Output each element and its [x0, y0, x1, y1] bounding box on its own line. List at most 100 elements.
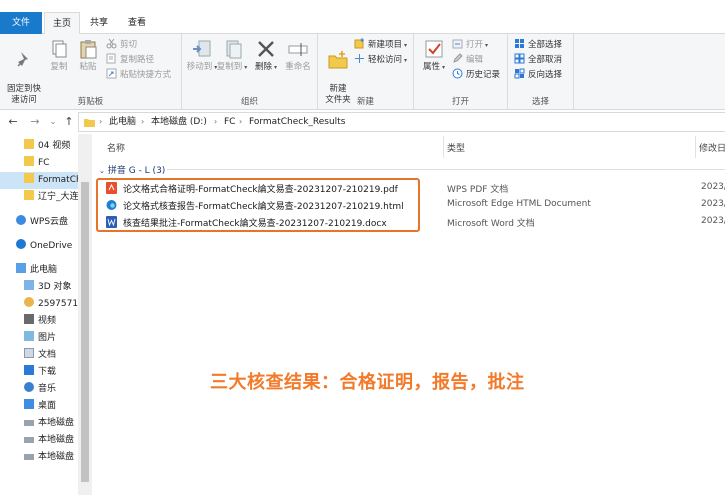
select-all-button[interactable]: 全部选择 — [514, 38, 562, 52]
file-type: Microsoft Word 文档 — [447, 219, 535, 229]
paste-button[interactable]: 粘贴 — [76, 38, 100, 73]
folder-icon — [24, 173, 34, 183]
select-all-icon — [515, 39, 524, 48]
tab-view[interactable]: 查看 — [122, 12, 152, 34]
nav-item-videos-04[interactable]: 04 视频 — [24, 138, 70, 155]
ribbon-tab-bar: 文件 主页 共享 查看 — [0, 12, 725, 35]
collapse-chevron-icon: ⌄ — [99, 167, 105, 175]
file-type: Microsoft Edge HTML Document — [447, 199, 591, 209]
navigation-pane: 04 视频 FC FormatCh 辽宁_大连 WPS云盘 OneDrive 此… — [0, 134, 80, 495]
move-to-button[interactable]: 移动到 ▾ — [186, 38, 218, 73]
edit-pencil-icon — [453, 53, 463, 63]
breadcrumb-formatcheck-results[interactable]: FormatCheck_Results — [249, 113, 345, 131]
easy-access-button[interactable]: 轻松访问 ▾ — [354, 53, 407, 67]
column-header-modified[interactable]: 修改日 — [699, 141, 725, 154]
copy-path-icon — [106, 53, 116, 64]
drive-icon — [24, 437, 34, 443]
computer-icon — [16, 263, 26, 273]
breadcrumb-fc[interactable]: FC — [224, 113, 235, 131]
rename-label: 重命名 — [285, 62, 311, 72]
nav-item-music[interactable]: 音乐 — [24, 381, 56, 398]
nav-item-fc[interactable]: FC — [24, 155, 49, 172]
back-button[interactable]: ← — [6, 114, 20, 130]
copy-icon — [52, 40, 67, 58]
picture-icon — [24, 331, 34, 341]
nav-item-onedrive[interactable]: OneDrive — [16, 238, 72, 255]
select-group: 全部选择 全部取消 反向选择 选择 — [508, 34, 574, 110]
nav-item-wps-cloud[interactable]: WPS云盘 — [16, 214, 68, 231]
open-button[interactable]: 打开 ▾ — [452, 38, 488, 52]
move-to-icon — [193, 40, 211, 57]
up-button[interactable]: ↑ — [62, 114, 76, 130]
folder-icon — [24, 190, 34, 200]
paste-icon — [80, 40, 97, 59]
column-divider[interactable] — [443, 136, 444, 158]
new-item-label: 新建项目 — [368, 40, 403, 50]
delete-button[interactable]: 删除 ▾ — [254, 38, 278, 73]
nav-item-user-folder[interactable]: 2597571 — [24, 296, 78, 313]
forward-button[interactable]: → — [28, 114, 42, 130]
edit-button[interactable]: 编辑 — [452, 53, 483, 67]
file-date: 2023/ — [701, 182, 725, 192]
music-icon — [24, 382, 34, 392]
invert-selection-label: 反向选择 — [528, 70, 563, 80]
history-icon — [452, 68, 463, 79]
column-header-name[interactable]: 名称 — [107, 141, 125, 154]
tab-home[interactable]: 主页 — [44, 12, 80, 35]
group-divider — [167, 169, 725, 170]
address-bar[interactable]: › 此电脑 › 本地磁盘 (D:) › FC › FormatCheck_Res… — [78, 112, 725, 132]
drive-icon — [24, 454, 34, 460]
navigation-scrollbar[interactable] — [78, 134, 92, 495]
nav-item-videos[interactable]: 视频 — [24, 313, 56, 330]
tab-share[interactable]: 共享 — [84, 12, 114, 34]
nav-item-desktop[interactable]: 桌面 — [24, 398, 56, 415]
select-none-button[interactable]: 全部取消 — [514, 53, 562, 67]
history-label: 历史记录 — [466, 70, 501, 80]
nav-item-pictures[interactable]: 图片 — [24, 330, 56, 347]
nav-item-this-pc[interactable]: 此电脑 — [16, 262, 57, 279]
nav-item-downloads[interactable]: 下载 — [24, 364, 56, 381]
cloud-icon — [16, 215, 26, 225]
copy-path-button[interactable]: 复制路径 — [106, 53, 154, 67]
nav-item-local-disk-3[interactable]: 本地磁盘 — [24, 449, 74, 466]
organize-group: 移动到 ▾ 复制到 ▾ 删除 ▾ 重命名 组织 — [182, 34, 318, 110]
history-button[interactable]: 历史记录 — [452, 68, 500, 82]
nav-item-liaoning-dalian[interactable]: 辽宁_大连 — [24, 189, 79, 206]
pin-icon — [17, 52, 28, 67]
nav-item-local-disk-1[interactable]: 本地磁盘 — [24, 415, 74, 432]
delete-x-icon — [258, 41, 274, 57]
new-group-label: 新建 — [356, 97, 374, 107]
properties-button[interactable]: 属性 ▾ — [420, 38, 448, 73]
column-header-type[interactable]: 类型 — [447, 141, 465, 154]
recent-locations-button[interactable]: ⌄ — [46, 114, 60, 130]
ribbon: 固定到快 速访问 复制 粘贴 剪切 复制路径 粘贴快捷方式 剪贴板 移动到 ▾ 复… — [0, 34, 725, 110]
cut-button[interactable]: 剪切 — [106, 38, 137, 52]
nav-item-label: 下载 — [38, 367, 57, 377]
scissors-icon — [106, 38, 117, 49]
scrollbar-thumb[interactable] — [81, 182, 89, 482]
copy-to-button[interactable]: 复制到 ▾ — [216, 38, 248, 73]
invert-selection-button[interactable]: 反向选择 — [514, 68, 562, 82]
tab-file[interactable]: 文件 — [0, 12, 42, 34]
nav-item-formatcheck-results[interactable]: FormatCh — [0, 172, 80, 189]
file-date: 2023/ — [701, 199, 725, 209]
nav-item-3d-objects[interactable]: 3D 对象 — [24, 279, 72, 296]
breadcrumb-this-pc[interactable]: 此电脑 — [109, 113, 136, 131]
column-divider[interactable] — [695, 136, 696, 158]
select-all-label: 全部选择 — [528, 40, 563, 50]
copy-path-label: 复制路径 — [120, 55, 155, 65]
nav-item-label: FormatCh — [38, 175, 80, 185]
copy-button[interactable]: 复制 — [48, 38, 70, 73]
folder-icon — [24, 139, 34, 149]
breadcrumb-local-disk-d[interactable]: 本地磁盘 (D:) — [151, 113, 207, 131]
nav-item-local-disk-2[interactable]: 本地磁盘 — [24, 432, 74, 449]
nav-item-label: 辽宁_大连 — [38, 192, 79, 202]
rename-button[interactable]: 重命名 — [282, 38, 314, 73]
group-header[interactable]: ⌄ 拼音 G - L (3) — [97, 161, 725, 177]
new-item-button[interactable]: 新建项目 ▾ — [354, 38, 407, 52]
nav-item-documents[interactable]: 文档 — [24, 347, 56, 364]
paste-shortcut-button[interactable]: 粘贴快捷方式 — [106, 68, 171, 82]
open-icon — [452, 39, 463, 49]
invert-selection-icon — [514, 68, 525, 79]
nav-item-label: OneDrive — [30, 241, 73, 251]
